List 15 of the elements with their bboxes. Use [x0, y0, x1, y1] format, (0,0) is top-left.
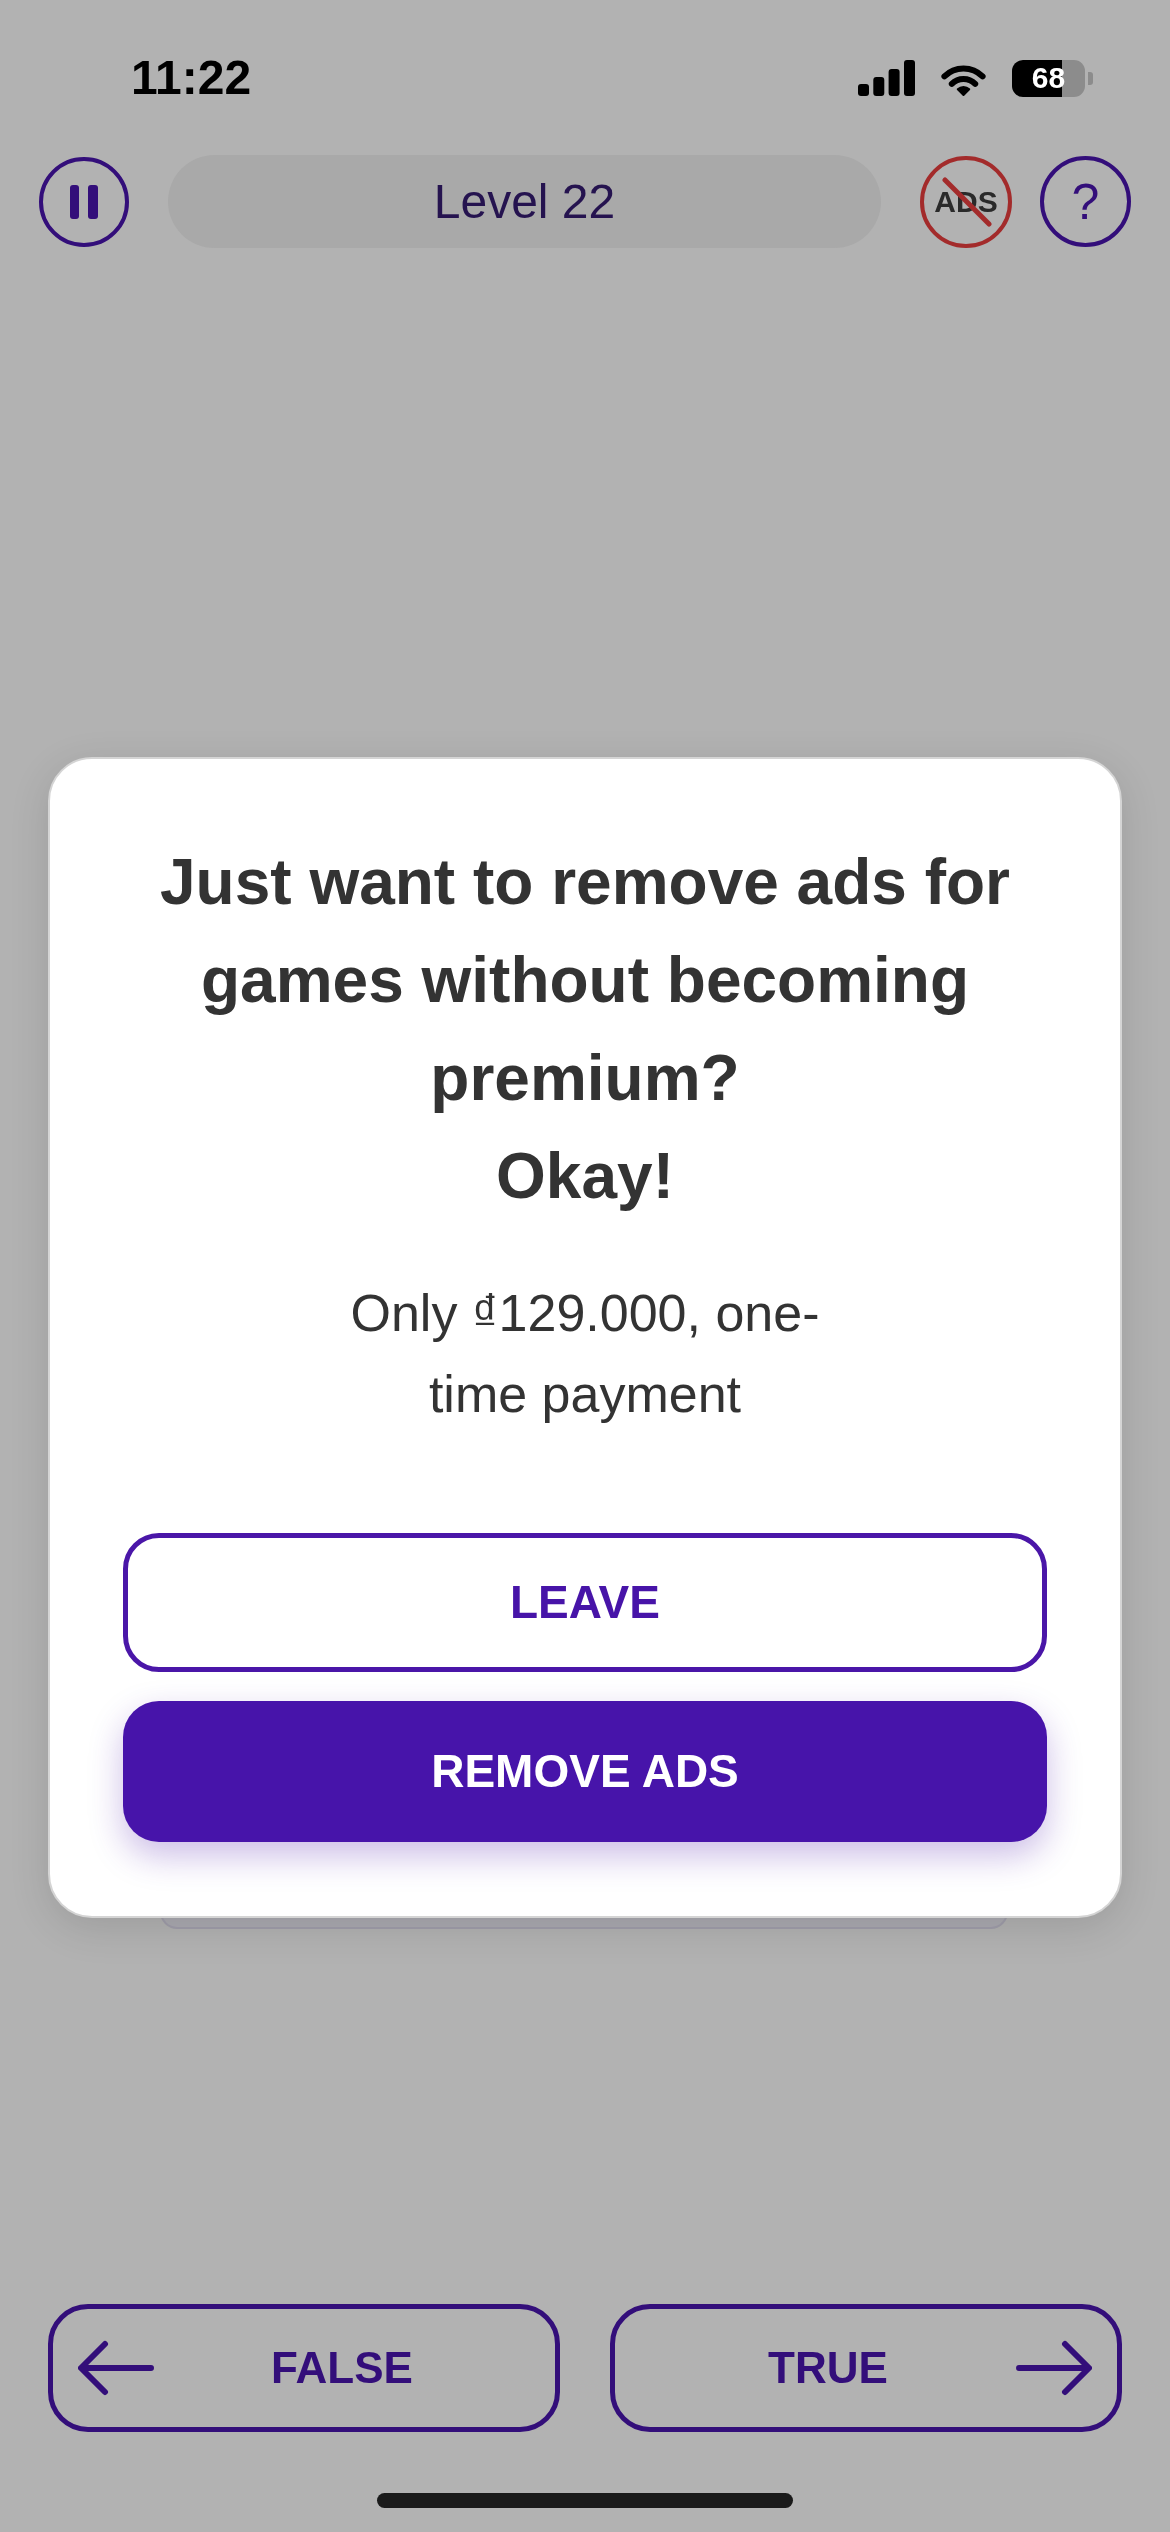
battery-indicator: 68 [1012, 59, 1093, 97]
status-time: 11:22 [131, 54, 252, 102]
false-button[interactable]: FALSE [48, 2304, 560, 2432]
signal-icon [858, 60, 915, 96]
pause-button[interactable] [39, 156, 129, 247]
help-button[interactable]: ? [1040, 156, 1131, 247]
pause-icon [70, 184, 98, 219]
remove-ads-button[interactable]: REMOVE ADS [123, 1701, 1047, 1842]
right-arrow-icon [1016, 2340, 1092, 2396]
dialog-message: Only ₫129.000, one-time payment [349, 1283, 821, 1425]
left-arrow-icon [78, 2340, 154, 2396]
dialog-title: Just want to remove ads for games without becoming premium? Okay! [159, 845, 1011, 1214]
level-title: Level 22 [168, 155, 881, 248]
leave-button[interactable]: LEAVE [123, 1533, 1047, 1672]
true-button[interactable]: TRUE [610, 2304, 1122, 2432]
